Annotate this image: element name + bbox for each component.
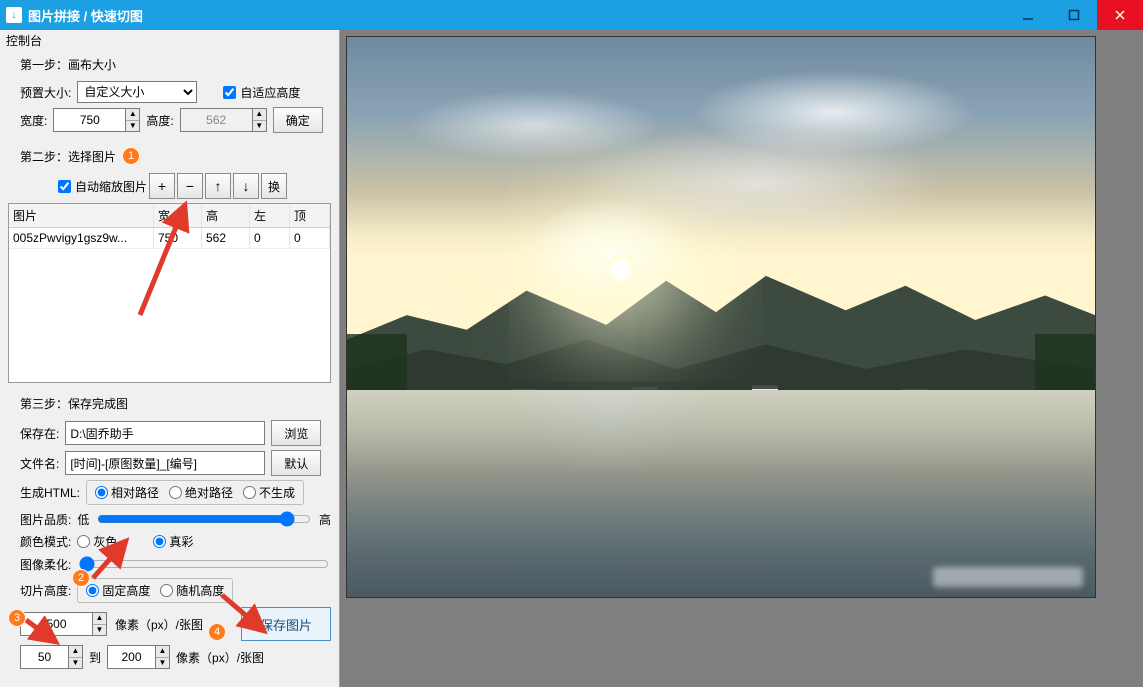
move-up-button[interactable]: ↑ — [205, 173, 231, 199]
width-label: 宽度: — [20, 112, 47, 129]
col-height: 高 — [202, 204, 250, 227]
cell-w: 750 — [154, 228, 202, 248]
px-input[interactable] — [20, 612, 92, 636]
step2-title: 第二步：选择图片 — [20, 148, 116, 165]
image-table[interactable]: 图片 宽 高 左 顶 005zPwvigy1gsz9w... 750 562 0… — [8, 203, 331, 383]
browse-button[interactable]: 浏览 — [271, 420, 321, 446]
range-from-spinner[interactable]: ▲▼ — [20, 645, 83, 669]
remove-image-button[interactable]: − — [177, 173, 203, 199]
sliceheight-fixed[interactable]: 固定高度 — [86, 582, 150, 599]
width-down[interactable]: ▼ — [126, 121, 139, 132]
titlebar: ↓ 图片拼接 / 快速切图 — [0, 0, 1143, 30]
table-header: 图片 宽 高 左 顶 — [9, 204, 330, 228]
height-up: ▲ — [253, 109, 266, 121]
move-down-button[interactable]: ↓ — [233, 173, 259, 199]
marker-3: 3 — [8, 609, 26, 627]
range-to-input[interactable] — [107, 645, 155, 669]
close-button[interactable] — [1097, 0, 1143, 30]
range-to-spinner[interactable]: ▲▼ — [107, 645, 170, 669]
marker-4: 4 — [208, 623, 226, 641]
width-up[interactable]: ▲ — [126, 109, 139, 121]
savein-input[interactable] — [65, 421, 265, 445]
marker-1: 1 — [122, 147, 140, 165]
range-unit: 像素（px）/张图 — [176, 649, 264, 666]
watermark — [933, 567, 1083, 587]
sliceheight-group: 固定高度 随机高度 — [77, 578, 233, 603]
quality-slider[interactable] — [97, 511, 311, 527]
col-image: 图片 — [9, 204, 154, 227]
step1-title: 第一步：画布大小 — [8, 54, 331, 77]
preset-label: 预置大小: — [20, 84, 71, 101]
px-spinner[interactable]: ▲▼ — [20, 612, 107, 636]
height-down: ▼ — [253, 121, 266, 132]
preset-select[interactable]: 自定义大小 — [77, 81, 197, 103]
colormode-label: 颜色模式: — [20, 533, 71, 550]
minimize-button[interactable] — [1005, 0, 1051, 30]
px-down[interactable]: ▼ — [93, 625, 106, 636]
cell-t: 0 — [290, 228, 330, 248]
sliceheight-label: 切片高度: — [20, 582, 71, 599]
control-panel: 控制台 第一步：画布大小 预置大小: 自定义大小 自适应高度 宽度: — [0, 30, 340, 687]
save-image-button[interactable]: 保存图片 — [241, 607, 331, 641]
autoscale-check-input[interactable] — [58, 180, 71, 193]
app-window: ↓ 图片拼接 / 快速切图 控制台 第一步：画布大小 预置大小: — [0, 0, 1143, 687]
quality-low: 低 — [77, 511, 89, 528]
height-spinner: ▲▼ — [180, 108, 267, 132]
filename-input[interactable] — [65, 451, 265, 475]
marker-2: 2 — [72, 569, 90, 587]
cell-name: 005zPwvigy1gsz9w... — [9, 228, 154, 248]
step3-section: 第三步：保存完成图 保存在: 浏览 文件名: 默认 生成HTML: 相对路径 绝… — [0, 391, 339, 679]
genhtml-label: 生成HTML: — [20, 484, 80, 501]
savein-label: 保存在: — [20, 425, 59, 442]
col-width: 宽 — [154, 204, 202, 227]
autoscale-checkbox[interactable]: 自动缩放图片 — [58, 178, 147, 195]
swap-button[interactable]: 换 — [261, 173, 287, 199]
range-to-label: 到 — [89, 649, 101, 666]
autofit-checkbox[interactable]: 自适应高度 — [223, 84, 300, 101]
table-row[interactable]: 005zPwvigy1gsz9w... 750 562 0 0 — [9, 228, 330, 249]
genhtml-relative[interactable]: 相对路径 — [95, 484, 159, 501]
genhtml-group: 相对路径 绝对路径 不生成 — [86, 480, 304, 505]
maximize-button[interactable] — [1051, 0, 1097, 30]
step3-title: 第三步：保存完成图 — [8, 393, 331, 416]
width-spinner[interactable]: ▲▼ — [53, 108, 140, 132]
step2-section: 第二步：选择图片 1 自动缩放图片 + − ↑ ↓ 换 — [0, 143, 339, 203]
col-left: 左 — [250, 204, 290, 227]
cell-h: 562 — [202, 228, 250, 248]
window-title: 图片拼接 / 快速切图 — [28, 6, 143, 25]
softening-label: 图像柔化: — [20, 556, 71, 573]
add-image-button[interactable]: + — [149, 173, 175, 199]
range-from-input[interactable] — [20, 645, 68, 669]
filename-label: 文件名: — [20, 455, 59, 472]
height-label: 高度: — [146, 112, 173, 129]
col-top: 顶 — [290, 204, 330, 227]
step1-section: 第一步：画布大小 预置大小: 自定义大小 自适应高度 宽度: ▲▼ — [0, 52, 339, 143]
window-controls — [1005, 0, 1143, 30]
preview-pane — [340, 30, 1143, 687]
preview-image[interactable] — [346, 36, 1096, 598]
confirm-button[interactable]: 确定 — [273, 107, 323, 133]
quality-label: 图片品质: — [20, 511, 71, 528]
app-icon: ↓ — [6, 7, 22, 23]
sliceheight-random[interactable]: 随机高度 — [160, 582, 224, 599]
width-input[interactable] — [53, 108, 125, 132]
quality-high: 高 — [319, 511, 331, 528]
px-up[interactable]: ▲ — [93, 613, 106, 625]
px-unit: 像素（px）/张图 — [115, 616, 203, 633]
colormode-gray[interactable]: 灰色 — [77, 533, 117, 550]
autofit-check-input[interactable] — [223, 86, 236, 99]
genhtml-none[interactable]: 不生成 — [243, 484, 295, 501]
default-button[interactable]: 默认 — [271, 450, 321, 476]
height-input — [180, 108, 252, 132]
workspace: 控制台 第一步：画布大小 预置大小: 自定义大小 自适应高度 宽度: — [0, 30, 1143, 687]
cell-l: 0 — [250, 228, 290, 248]
panel-header: 控制台 — [0, 30, 339, 52]
colormode-truecolor[interactable]: 真彩 — [153, 533, 193, 550]
softening-slider[interactable] — [79, 556, 329, 572]
genhtml-absolute[interactable]: 绝对路径 — [169, 484, 233, 501]
